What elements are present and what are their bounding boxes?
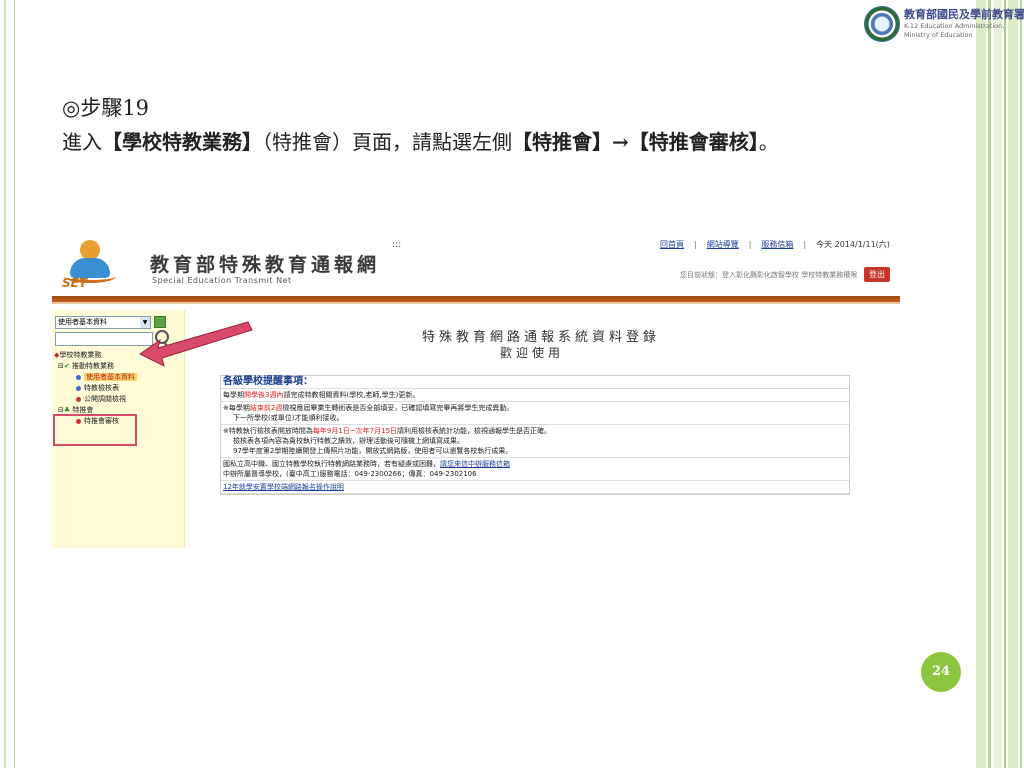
service-mailbox-link[interactable]: 服務信箱 — [761, 240, 793, 249]
highlight-box — [53, 414, 137, 446]
set-logo-icon: SET — [60, 238, 118, 290]
system-heading: 特殊教育網路通報系統資料登錄 — [422, 330, 661, 345]
notice-row: ※每學期結束前2週檢視應屆畢業生轉銜表是否全部填妥，已確認填寫完畢再將學生完成異… — [221, 402, 849, 425]
site-title: 教育部特殊教育通報網 — [150, 254, 381, 276]
tree-item-user-info[interactable]: 使用者基本資料 — [54, 372, 137, 383]
tree-item-checklist[interactable]: 特教檢核表 — [54, 383, 137, 394]
login-status: 您目前狀態：登入彰化縣彰化啟智學校 學校特教業務權限 — [680, 271, 858, 279]
notice-panel: 各級學校提醒事項： 每學期開學後3週內請完成特教相關資料(學校,老師,學生)更新… — [220, 375, 850, 495]
sitemap-link[interactable]: 網站導覽 — [707, 240, 739, 249]
notice-row: 12年就學安置學校端網路報名操作說明 — [221, 481, 849, 494]
bullet-icon — [76, 385, 81, 391]
step-title: ◎步驟19 — [62, 96, 150, 120]
tree-item-school-special-ed[interactable]: ◆學校特教業務 — [54, 350, 137, 361]
tree-item-promote[interactable]: ⊟✔ 推動特教業務 — [54, 361, 137, 372]
logo-title: 教育部國民及學前教育署 — [904, 8, 1024, 21]
people-icon: ♣ — [63, 406, 71, 414]
notice-row: 國私立高中職、國立特教學校執行特教網路業務時，若有疑慮或困難，請您來信中辦服務信… — [221, 458, 849, 481]
notice-row: ※特教執行檢核表開放時間為每年9月1日~次年7月15日請利用檢核表統計功能，檢視… — [221, 425, 849, 458]
user-icon — [76, 374, 81, 380]
top-nav: 回首頁 | 網站導覽 | 服務信箱 | 今天 2014/1/11(六) — [660, 240, 890, 249]
today-date: 今天 2014/1/11(六) — [816, 240, 890, 249]
site-subtitle: Special Education Transmit Net — [152, 276, 292, 285]
tree-item-public-view[interactable]: 公開調閱檢視 — [54, 394, 137, 405]
instruction-text: 進入【學校特教業務】（特推會）頁面，請點選左側【特推會】→【特推會審核】。 — [62, 130, 779, 154]
placement-guide-link[interactable]: 12年就學安置學校端網路報名操作說明 — [223, 483, 344, 491]
ministry-seal-icon — [864, 6, 900, 42]
page-number: 24 — [921, 652, 961, 692]
slide-border-left — [0, 0, 15, 768]
notice-row: 每學期開學後3週內請完成特教相關資料(學校,老師,學生)更新。 — [221, 389, 849, 402]
notice-title: 各級學校提醒事項： — [221, 376, 849, 389]
slide-border-right — [976, 0, 1024, 768]
pointer-arrow-icon — [139, 321, 253, 367]
logo-subtitle: K-12 Education Administration, Ministry o… — [904, 22, 1005, 39]
embedded-screenshot: SET 教育部特殊教育通報網 Special Education Transmi… — [52, 230, 900, 548]
home-link[interactable]: 回首頁 — [660, 240, 684, 249]
service-mail-link[interactable]: 請您來信中辦服務信箱 — [440, 460, 510, 468]
logout-button[interactable]: 登出 — [864, 267, 890, 282]
check-icon: ✔ — [63, 362, 70, 370]
k12-education-logo: 教育部國民及學前教育署 K-12 Education Administratio… — [864, 2, 1024, 46]
accesskey-dots[interactable]: ::: — [392, 240, 401, 250]
welcome-text: 歡迎使用 — [500, 346, 565, 360]
bullet-icon — [76, 396, 81, 402]
